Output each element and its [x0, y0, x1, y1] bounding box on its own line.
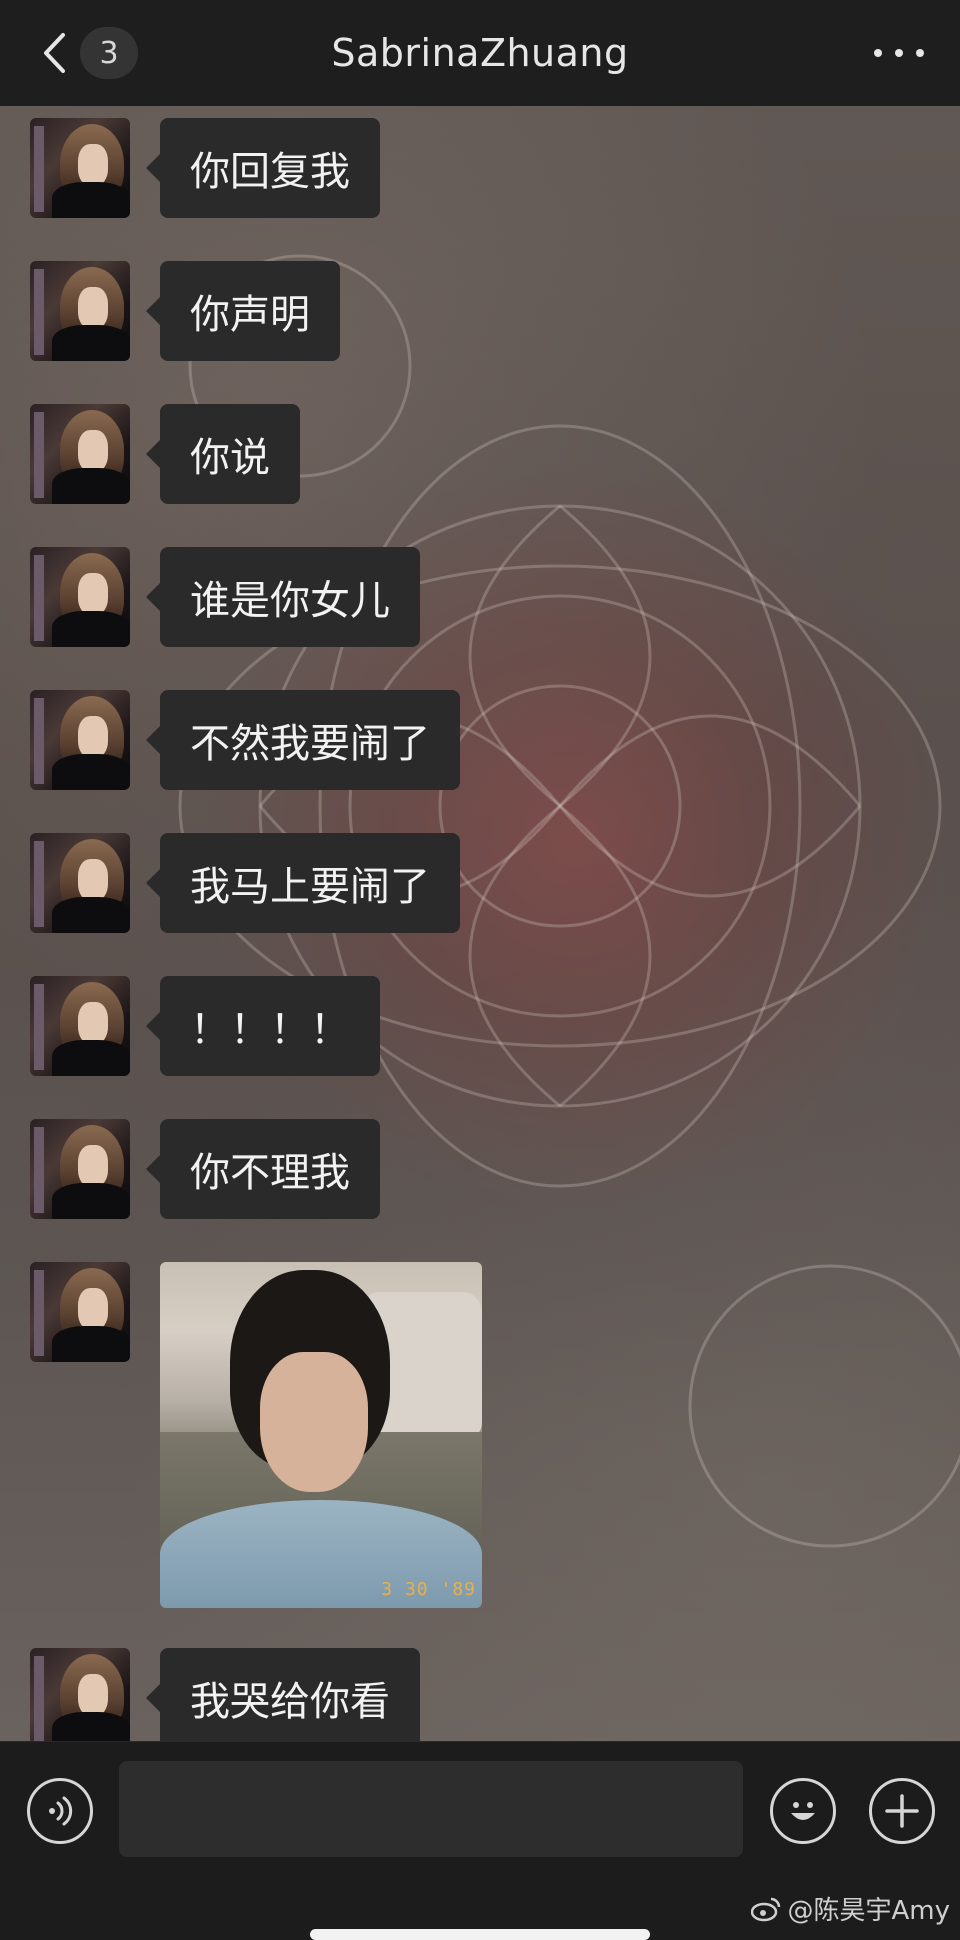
message-bubble[interactable]: ！！！！ [146, 976, 380, 1076]
more-options-button[interactable] [874, 38, 924, 68]
avatar[interactable] [30, 547, 130, 647]
watermark: @陈昊宇Amy [751, 1890, 950, 1927]
avatar[interactable] [30, 261, 130, 361]
unread-count-badge[interactable]: 3 [80, 27, 138, 79]
message-bubble[interactable]: 你说 [146, 404, 300, 504]
message-bubble[interactable]: 我马上要闹了 [146, 833, 460, 933]
message-bubble[interactable]: 你不理我 [146, 1119, 380, 1219]
avatar[interactable] [30, 690, 130, 790]
plus-button[interactable] [869, 1778, 935, 1844]
message-bubble[interactable]: 不然我要闹了 [146, 690, 460, 790]
chat-title: SabrinaZhuang [331, 31, 629, 75]
more-dots-icon [874, 49, 882, 57]
chevron-left-icon [44, 33, 65, 73]
chat-header: 3 SabrinaZhuang [0, 0, 960, 106]
avatar[interactable] [30, 1262, 130, 1362]
message-bubble[interactable]: 我哭给你看 [146, 1648, 420, 1741]
chat-area[interactable]: 你回复我 你声明 你说 谁是你女儿 不然我要闹了 我马上要闹了 ！！！！ 你不理… [0, 106, 960, 1741]
emoji-button[interactable] [770, 1778, 836, 1844]
voice-icon [49, 1796, 73, 1826]
avatar[interactable] [30, 1119, 130, 1219]
weibo-logo-icon [751, 1897, 781, 1921]
avatar[interactable] [30, 404, 130, 504]
message-bubble[interactable]: 谁是你女儿 [146, 547, 420, 647]
photo-date-stamp: 3 30 '89 [381, 1579, 476, 1600]
emoji-icon [791, 1802, 815, 1820]
message-bubble[interactable]: 你回复我 [146, 118, 380, 218]
message-input[interactable] [119, 1761, 743, 1857]
input-bar: @陈昊宇Amy [0, 1741, 960, 1940]
message-bubble[interactable]: 你声明 [146, 261, 340, 361]
back-button[interactable] [36, 30, 72, 76]
avatar[interactable] [30, 833, 130, 933]
watermark-text: @陈昊宇Amy [787, 1896, 950, 1926]
image-message[interactable]: 3 30 '89 [160, 1262, 482, 1608]
avatar[interactable] [30, 118, 130, 218]
home-indicator[interactable] [310, 1929, 650, 1940]
plus-icon [885, 1794, 919, 1828]
avatar[interactable] [30, 1648, 130, 1741]
avatar[interactable] [30, 976, 130, 1076]
voice-button[interactable] [27, 1778, 93, 1844]
